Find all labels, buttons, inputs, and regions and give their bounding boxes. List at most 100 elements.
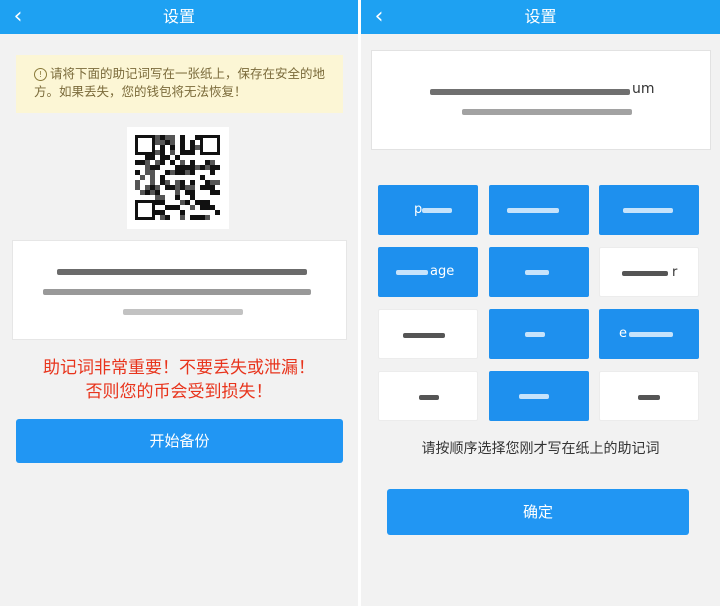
- qr-module: [165, 185, 170, 190]
- qr-module: [185, 200, 190, 205]
- qr-module: [195, 145, 200, 150]
- qr-module: [205, 180, 210, 185]
- qr-module: [190, 190, 195, 195]
- word-option[interactable]: [489, 185, 589, 235]
- qr-finder-inner: [138, 138, 152, 152]
- qr-module: [140, 175, 145, 180]
- selected-words-tail: um: [632, 81, 655, 97]
- important-warning-line-1: 助记词非常重要！不要丢失或泄漏！: [43, 358, 315, 378]
- mnemonic-blurred-line: [123, 309, 243, 315]
- qr-module: [170, 160, 175, 165]
- qr-module: [180, 150, 185, 155]
- qr-module: [165, 140, 170, 145]
- qr-module: [175, 180, 180, 185]
- qr-module: [155, 135, 160, 140]
- qr-module: [165, 215, 170, 220]
- qr-module: [195, 215, 200, 220]
- qr-module: [150, 180, 155, 185]
- qr-module: [155, 165, 160, 170]
- word-option[interactable]: age: [378, 247, 478, 297]
- qr-module: [210, 185, 215, 190]
- page-title: 设置: [162, 7, 195, 26]
- qr-module: [200, 205, 205, 210]
- qr-module: [180, 185, 185, 190]
- qr-module: [200, 200, 205, 205]
- qr-module: [180, 165, 185, 170]
- qr-module: [170, 205, 175, 210]
- confirm-button[interactable]: 确定: [387, 489, 689, 535]
- word-option[interactable]: [599, 185, 699, 235]
- qr-module: [185, 185, 190, 190]
- mnemonic-blurred-line: [57, 269, 307, 275]
- qr-module: [215, 190, 220, 195]
- word-option[interactable]: [489, 309, 589, 359]
- qr-module: [190, 205, 195, 210]
- qr-module: [205, 215, 210, 220]
- qr-module: [160, 155, 165, 160]
- qr-module: [150, 165, 155, 170]
- qr-module: [175, 170, 180, 175]
- qr-module: [160, 140, 165, 145]
- word-option[interactable]: e: [599, 309, 699, 359]
- qr-finder-inner: [138, 203, 152, 217]
- qr-module: [150, 155, 155, 160]
- qr-module: [180, 160, 185, 165]
- qr-module: [165, 135, 170, 140]
- qr-module: [180, 180, 185, 185]
- qr-module: [160, 150, 165, 155]
- word-option[interactable]: [378, 371, 478, 421]
- qr-module: [210, 160, 215, 165]
- qr-module: [185, 165, 190, 170]
- word-option[interactable]: [378, 309, 478, 359]
- qr-module: [140, 160, 145, 165]
- qr-module: [215, 210, 220, 215]
- qr-module: [205, 185, 210, 190]
- qr-module: [205, 160, 210, 165]
- mnemonic-qr-code: [127, 127, 229, 229]
- qr-module: [165, 205, 170, 210]
- qr-module: [170, 170, 175, 175]
- qr-module: [160, 160, 165, 165]
- qr-module: [165, 170, 170, 175]
- warning-banner: ! 请将下面的助记词写在一张纸上，保存在安全的地方。如果丢失，您的钱包将无法恢复！: [16, 55, 343, 113]
- start-backup-button[interactable]: 开始备份: [16, 419, 343, 463]
- qr-module: [210, 205, 215, 210]
- qr-module: [150, 175, 155, 180]
- qr-module: [190, 185, 195, 190]
- qr-module: [155, 190, 160, 195]
- word-option[interactable]: [599, 371, 699, 421]
- qr-module: [170, 140, 175, 145]
- qr-module: [190, 140, 195, 145]
- qr-module: [155, 150, 160, 155]
- qr-module: [190, 150, 195, 155]
- qr-module: [175, 155, 180, 160]
- info-circle-icon: !: [34, 68, 47, 81]
- qr-module: [190, 170, 195, 175]
- qr-module: [185, 170, 190, 175]
- qr-module: [145, 165, 150, 170]
- qr-module: [190, 165, 195, 170]
- word-option[interactable]: [489, 247, 589, 297]
- word-option[interactable]: p: [378, 185, 478, 235]
- mnemonic-display: [12, 240, 347, 340]
- qr-module: [155, 160, 160, 165]
- word-option[interactable]: r: [599, 247, 699, 297]
- word-option[interactable]: [489, 371, 589, 421]
- important-warning-line-2: 否则您的币会受到损失！: [85, 382, 273, 402]
- qr-module: [185, 190, 190, 195]
- qr-module: [205, 165, 210, 170]
- qr-module: [135, 180, 140, 185]
- qr-module: [180, 135, 185, 140]
- warning-text: 请将下面的助记词写在一张纸上，保存在安全的地方。如果丢失，您的钱包将无法恢复！: [34, 66, 326, 99]
- qr-module: [190, 195, 195, 200]
- qr-module: [205, 200, 210, 205]
- qr-module: [190, 145, 195, 150]
- qr-module: [165, 155, 170, 160]
- selected-words-box: um: [371, 50, 711, 150]
- backup-screen: ‹ 设置 ! 请将下面的助记词写在一张纸上，保存在安全的地方。如果丢失，您的钱包将…: [0, 0, 358, 606]
- qr-module: [155, 185, 160, 190]
- qr-module: [135, 160, 140, 165]
- qr-module: [215, 180, 220, 185]
- qr-module: [145, 190, 150, 195]
- qr-module: [175, 195, 180, 200]
